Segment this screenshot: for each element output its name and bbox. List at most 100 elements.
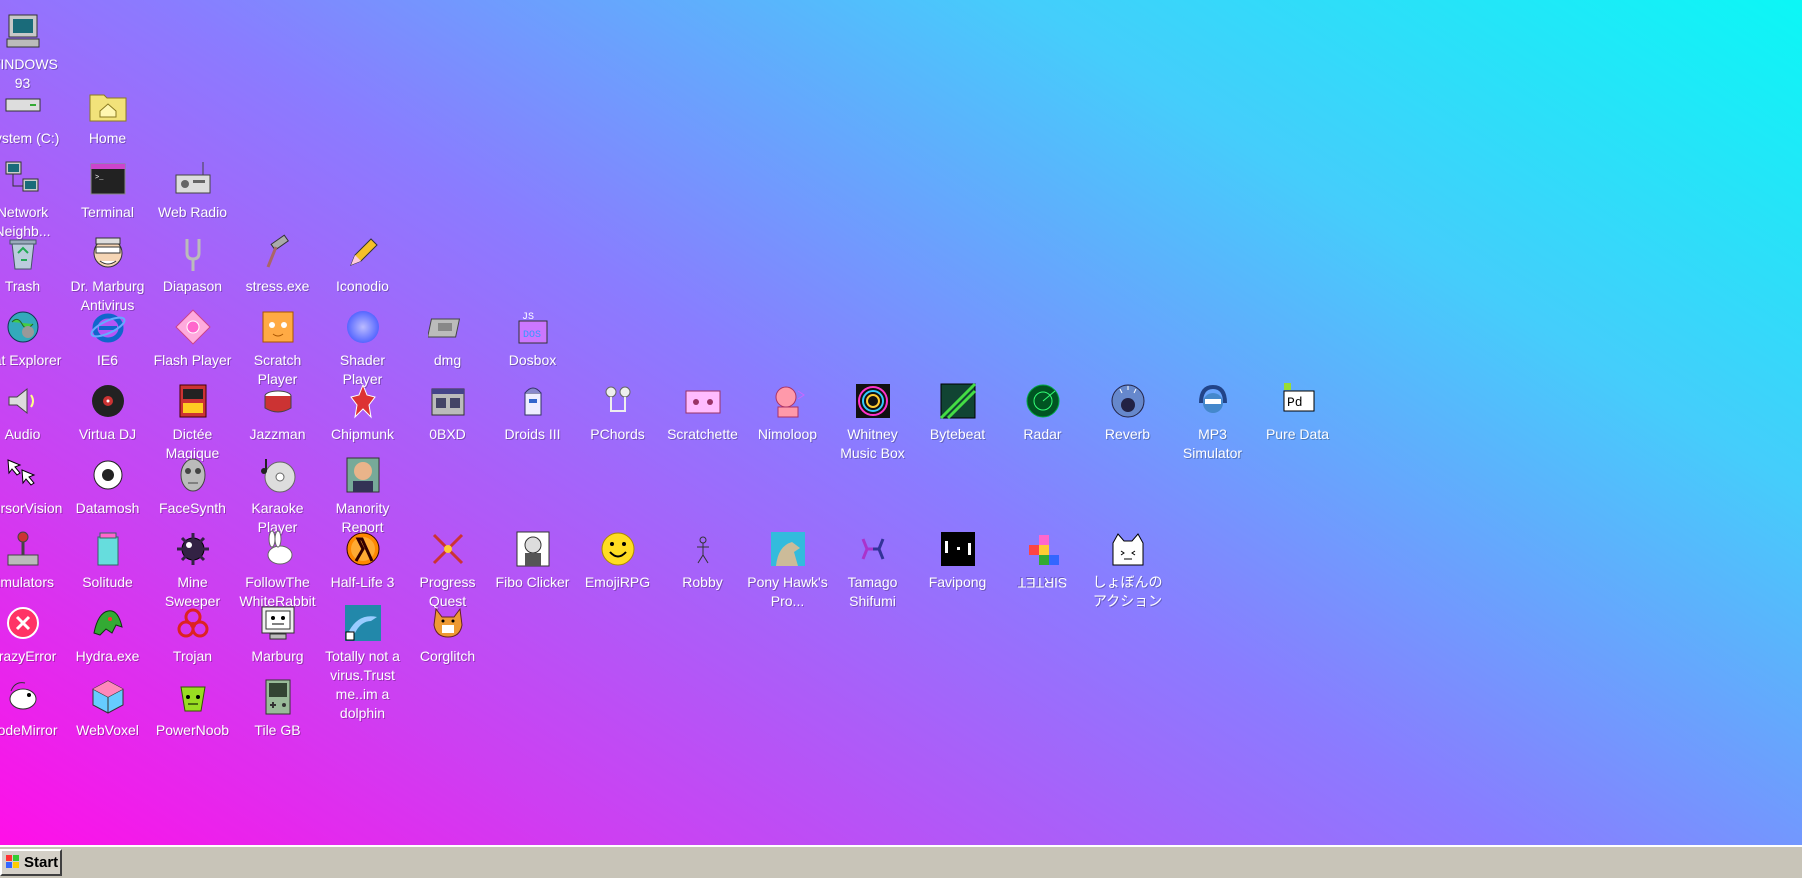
stickman-icon bbox=[683, 529, 723, 569]
desktop-icon[interactable]: System (C:) bbox=[0, 81, 65, 148]
desktop-icon[interactable]: Favipong bbox=[915, 525, 1000, 592]
radar-icon bbox=[1023, 381, 1063, 421]
desktop-icon[interactable]: CodeMirror bbox=[0, 673, 65, 740]
desktop-icon[interactable]: SIRTET bbox=[1000, 525, 1085, 592]
desktop-icon[interactable]: Reverb bbox=[1085, 377, 1170, 444]
home-folder-icon bbox=[88, 85, 128, 125]
desktop-icon[interactable]: FaceSynth bbox=[150, 451, 235, 518]
desktop-icon[interactable]: Robby bbox=[660, 525, 745, 592]
syobon-cat-icon bbox=[1108, 529, 1148, 569]
dragon-icon bbox=[88, 603, 128, 643]
desktop-icon[interactable]: Trash bbox=[0, 229, 65, 296]
hammer-icon bbox=[258, 233, 298, 273]
desktop-icon[interactable]: Whitney Music Box bbox=[830, 377, 915, 463]
desktop-icon-label: System (C:) bbox=[0, 130, 60, 146]
desktop-icon[interactable]: Nimoloop bbox=[745, 377, 830, 444]
desktop-icon-label: Corglitch bbox=[419, 648, 476, 664]
desktop-icon[interactable]: Pd Pure Data bbox=[1255, 377, 1340, 444]
desktop-icon[interactable]: Virtua DJ bbox=[65, 377, 150, 444]
desktop-icon[interactable]: Home bbox=[65, 81, 150, 148]
desktop-icon-label: EmojiRPG bbox=[584, 574, 651, 590]
chipmunk-icon bbox=[343, 381, 383, 421]
desktop-icon[interactable]: Corglitch bbox=[405, 599, 490, 666]
desktop-icon[interactable]: Jazzman bbox=[235, 377, 320, 444]
windows-logo-icon bbox=[5, 853, 21, 873]
desktop-icon[interactable]: MP3 Simulator bbox=[1170, 377, 1255, 463]
desktop-icon[interactable]: Solitude bbox=[65, 525, 150, 592]
desktop-icon[interactable]: 0BXD bbox=[405, 377, 490, 444]
computer-icon bbox=[3, 11, 43, 51]
desktop-icon[interactable]: stress.exe bbox=[235, 229, 320, 296]
smiley-icon bbox=[598, 529, 638, 569]
desktop-icon[interactable]: Tamago Shifumi bbox=[830, 525, 915, 611]
lambda-icon bbox=[343, 529, 383, 569]
start-label: Start bbox=[24, 854, 59, 871]
desktop-icon[interactable]: WebVoxel bbox=[65, 673, 150, 740]
desktop-icon-label: Datamosh bbox=[75, 500, 140, 516]
desktop-icon[interactable]: JS DOS Dosbox bbox=[490, 303, 575, 370]
desktop-icon[interactable]: Totally not a virus.Trust me..im a dolph… bbox=[320, 599, 405, 723]
cursors-icon bbox=[3, 455, 43, 495]
network-icon bbox=[3, 159, 43, 199]
desktop-icon[interactable]: Tile GB bbox=[235, 673, 320, 740]
taskbar: Start bbox=[0, 845, 1802, 878]
dosbox-icon: JS DOS bbox=[513, 307, 553, 347]
desktop-icon[interactable]: Marburg bbox=[235, 599, 320, 666]
desktop-icon-label: Pure Data bbox=[1265, 426, 1330, 442]
desktop-icon[interactable]: IE6 bbox=[65, 303, 150, 370]
cd-icon bbox=[258, 455, 298, 495]
noob-icon bbox=[173, 677, 213, 717]
desktop-icon[interactable]: Emulators bbox=[0, 525, 65, 592]
desktop-icon-label: IE6 bbox=[96, 352, 118, 368]
desktop-icon-label: Tile GB bbox=[254, 722, 301, 738]
desktop-icon[interactable]: Cat Explorer bbox=[0, 303, 65, 370]
desktop-icon[interactable]: EmojiRPG bbox=[575, 525, 660, 592]
desktop-icon[interactable]: Iconodio bbox=[320, 229, 405, 296]
earbuds-icon bbox=[598, 381, 638, 421]
desktop-icon[interactable]: dmg bbox=[405, 303, 490, 370]
desktop-icon-label: Droids III bbox=[504, 426, 561, 442]
desktop-icon-label: しょぼんの アクション bbox=[1092, 574, 1163, 609]
droid-icon bbox=[513, 381, 553, 421]
svg-text:>_: >_ bbox=[95, 174, 104, 182]
trash-icon bbox=[3, 233, 43, 273]
pong-icon bbox=[938, 529, 978, 569]
sick-monitor-icon bbox=[258, 603, 298, 643]
desktop-icon[interactable]: Pony Hawk's Pro... bbox=[745, 525, 830, 611]
desktop-icon[interactable]: CursorVision bbox=[0, 451, 65, 518]
desktop-icon[interactable]: Flash Player bbox=[150, 303, 235, 370]
desktop-icon[interactable]: Hydra.exe bbox=[65, 599, 150, 666]
desktop-icon-label: Diapason bbox=[162, 278, 223, 294]
desktop-icon[interactable]: CrazyError bbox=[0, 599, 65, 666]
desktop-icon[interactable]: Half-Life 3 bbox=[320, 525, 405, 592]
start-button[interactable]: Start bbox=[0, 849, 62, 876]
desktop-icon[interactable]: PChords bbox=[575, 377, 660, 444]
desktop-icon[interactable]: Fibo Clicker bbox=[490, 525, 575, 592]
desktop-icon[interactable]: >_ Terminal bbox=[65, 155, 150, 222]
desktop-icon[interactable]: しょぼんの アクション bbox=[1085, 525, 1170, 611]
desktop-icon[interactable]: PowerNoob bbox=[150, 673, 235, 740]
desktop-icon-label: CursorVision bbox=[0, 500, 63, 516]
desktop-icon[interactable]: Web Radio bbox=[150, 155, 235, 222]
ie-icon bbox=[88, 307, 128, 347]
desktop-icon[interactable]: Trojan bbox=[150, 599, 235, 666]
desktop-icon[interactable]: Bytebeat bbox=[915, 377, 1000, 444]
desktop-icon[interactable]: Audio bbox=[0, 377, 65, 444]
desktop-icon-label: Iconodio bbox=[336, 278, 389, 294]
desktop-icon[interactable]: Radar bbox=[1000, 377, 1085, 444]
terminal-icon: >_ bbox=[88, 159, 128, 199]
flash-icon bbox=[173, 307, 213, 347]
desktop-icon-label: Cat Explorer bbox=[0, 352, 62, 368]
desktop-icon[interactable]: Scratchette bbox=[660, 377, 745, 444]
desktop-icon-label: Chipmunk bbox=[330, 426, 395, 442]
desktop-icon[interactable]: Datamosh bbox=[65, 451, 150, 518]
speaker-icon bbox=[3, 381, 43, 421]
mine-icon bbox=[173, 529, 213, 569]
desktop-icon-label: Totally not a virus.Trust me..im a dolph… bbox=[325, 648, 400, 721]
error-icon bbox=[3, 603, 43, 643]
cat-globe-icon bbox=[3, 307, 43, 347]
desktop-icon[interactable]: Droids III bbox=[490, 377, 575, 444]
desktop-icon[interactable]: Diapason bbox=[150, 229, 235, 296]
desktop-icon[interactable]: Chipmunk bbox=[320, 377, 405, 444]
desktop-icon-label: Jazzman bbox=[249, 426, 306, 442]
